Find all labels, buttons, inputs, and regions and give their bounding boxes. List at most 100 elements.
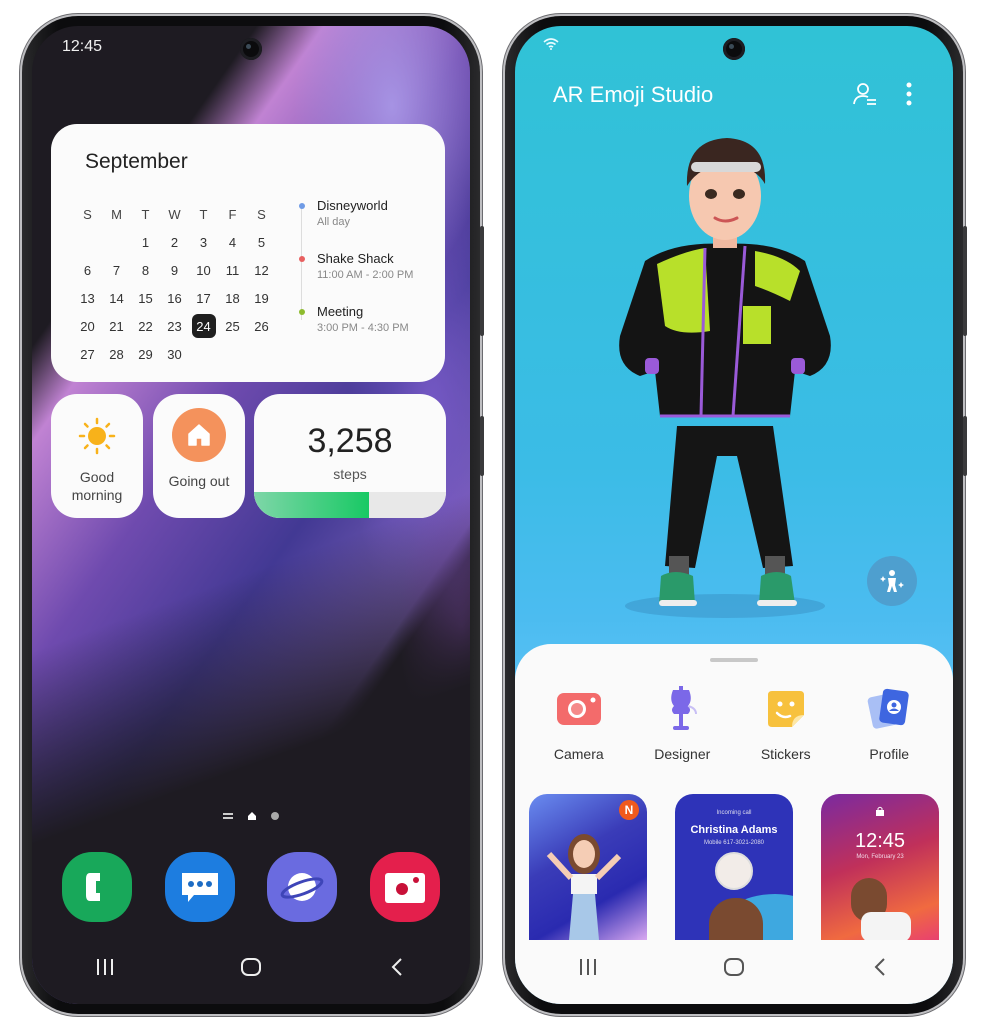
- calendar-day[interactable]: 21: [109, 319, 123, 334]
- manage-profile-button[interactable]: [849, 78, 881, 110]
- lock-icon: [876, 806, 884, 816]
- lock-time: 12:45: [854, 830, 906, 852]
- calendar-day[interactable]: 26: [254, 319, 268, 334]
- event-item[interactable]: Meeting 3:00 PM - 4:30 PM: [299, 304, 439, 357]
- weekday-label: T: [199, 206, 208, 222]
- calendar-day[interactable]: 4: [229, 235, 236, 250]
- back-button[interactable]: [850, 952, 910, 982]
- calendar-empty-cell: [102, 228, 131, 256]
- calendar-day[interactable]: 15: [138, 291, 152, 306]
- messages-icon: [181, 873, 218, 902]
- calendar-day[interactable]: 7: [113, 263, 120, 278]
- internet-app[interactable]: [267, 852, 338, 922]
- sheet-drag-handle[interactable]: [710, 658, 758, 662]
- messages-app[interactable]: [164, 852, 235, 922]
- greeting-line-2: morning: [71, 487, 123, 503]
- calendar-day[interactable]: 23: [167, 319, 181, 334]
- menu-profile[interactable]: Profile: [844, 684, 934, 762]
- event-title: Shake Shack: [317, 251, 394, 266]
- weekday-label: F: [228, 206, 237, 222]
- calendar-day[interactable]: 28: [109, 347, 123, 362]
- camera-icon: [556, 693, 601, 725]
- camera-app[interactable]: [369, 852, 440, 922]
- menu-camera[interactable]: Camera: [534, 684, 624, 762]
- internet-icon: [280, 873, 324, 901]
- sticker-icon: [767, 691, 804, 727]
- calendar-cell: 29: [131, 340, 160, 368]
- page-indicator[interactable]: [32, 811, 470, 821]
- event-title: Disneyworld: [317, 198, 388, 213]
- menu-label: Designer: [654, 746, 711, 762]
- home-button[interactable]: [704, 952, 764, 982]
- status-time: 12:45: [62, 38, 103, 55]
- weather-widget[interactable]: Good morning: [51, 394, 143, 518]
- calendar-cell: 12: [247, 256, 276, 284]
- home-page-icon: [248, 812, 256, 820]
- steps-count: 3,258: [307, 422, 393, 460]
- thumbnail-wallpaper[interactable]: N: [529, 794, 647, 940]
- weekday-label: T: [141, 206, 150, 222]
- calendar-day[interactable]: 9: [171, 263, 178, 278]
- motion-button[interactable]: [867, 556, 917, 606]
- calendar-day[interactable]: 27: [80, 347, 94, 362]
- calendar-day[interactable]: 6: [84, 263, 91, 278]
- recents-icon: [97, 959, 113, 975]
- more-options-icon: [906, 82, 912, 106]
- calendar-day[interactable]: 22: [138, 319, 152, 334]
- calendar-day[interactable]: 18: [225, 291, 239, 306]
- recents-button[interactable]: [75, 952, 135, 982]
- greeting-line-1: Good: [79, 469, 115, 485]
- calendar-today[interactable]: 24: [191, 314, 216, 338]
- home-button[interactable]: [221, 952, 281, 982]
- steps-widget[interactable]: 3,258 steps: [254, 394, 446, 518]
- phone-icon: [86, 873, 100, 901]
- phone-app[interactable]: [62, 852, 132, 922]
- calendar-day[interactable]: 29: [138, 347, 152, 362]
- thumbnail-call-screen[interactable]: Incoming call Christina Adams Mobile 617…: [675, 794, 793, 940]
- calendar-day[interactable]: 20: [80, 319, 94, 334]
- calendar-day[interactable]: 1: [142, 235, 149, 250]
- more-options-button[interactable]: [893, 78, 925, 110]
- weekday-label: M: [111, 206, 122, 222]
- calendar-cell: 20: [73, 312, 102, 340]
- recents-button[interactable]: [558, 952, 618, 982]
- calendar-day[interactable]: 2: [171, 235, 178, 250]
- calendar-day[interactable]: 17: [196, 291, 210, 306]
- ar-emoji-avatar[interactable]: [605, 126, 845, 626]
- calendar-cell: 24: [189, 312, 218, 340]
- calendar-cell: 18: [218, 284, 247, 312]
- calendar-day[interactable]: 3: [200, 235, 207, 250]
- calendar-day[interactable]: 13: [80, 291, 94, 306]
- lock-date: Mon, February 23: [856, 854, 904, 860]
- calendar-day[interactable]: 25: [225, 319, 239, 334]
- event-item[interactable]: Disneyworld All day: [299, 198, 439, 251]
- calendar-day[interactable]: 16: [167, 291, 181, 306]
- calendar-day[interactable]: 30: [167, 347, 181, 362]
- calendar-cell: 13: [73, 284, 102, 312]
- calendar-day[interactable]: 10: [196, 263, 210, 278]
- calendar-grid: S M T W T F S 1 2 3 4 5 6 7 8 9 10 11 12 13 14 15 16 17 18 19 20 21…: [73, 200, 276, 368]
- calendar-cell: 26: [247, 312, 276, 340]
- event-item[interactable]: Shake Shack 11:00 AM - 2:00 PM: [299, 251, 439, 304]
- menu-stickers[interactable]: Stickers: [741, 684, 831, 762]
- calendar-day[interactable]: 12: [254, 263, 268, 278]
- thumbnail-lock-screen[interactable]: 12:45 Mon, February 23: [821, 794, 939, 940]
- routine-widget[interactable]: Going out: [153, 394, 245, 518]
- steps-progress-bar: [254, 492, 446, 518]
- calendar-cell: 30: [160, 340, 189, 368]
- calendar-day[interactable]: 5: [258, 235, 265, 250]
- calendar-empty-cell: [247, 340, 276, 368]
- calendar-day[interactable]: 19: [254, 291, 268, 306]
- calendar-day[interactable]: 14: [109, 291, 123, 306]
- calendar-cell: 6: [73, 256, 102, 284]
- calendar-day[interactable]: 11: [226, 263, 240, 278]
- calendar-day[interactable]: 8: [142, 263, 149, 278]
- home-icon: [172, 408, 226, 462]
- calendar-cell: 4: [218, 228, 247, 256]
- home-nav-icon: [724, 958, 744, 976]
- menu-designer[interactable]: Designer: [637, 684, 727, 762]
- calendar-cell: 16: [160, 284, 189, 312]
- back-button[interactable]: [367, 952, 427, 982]
- calendar-cell: 7: [102, 256, 131, 284]
- calendar-widget[interactable]: September S M T W T F S 1 2 3 4 5 6 7 8 9 10 11 12 13 14 15 16…: [51, 124, 445, 382]
